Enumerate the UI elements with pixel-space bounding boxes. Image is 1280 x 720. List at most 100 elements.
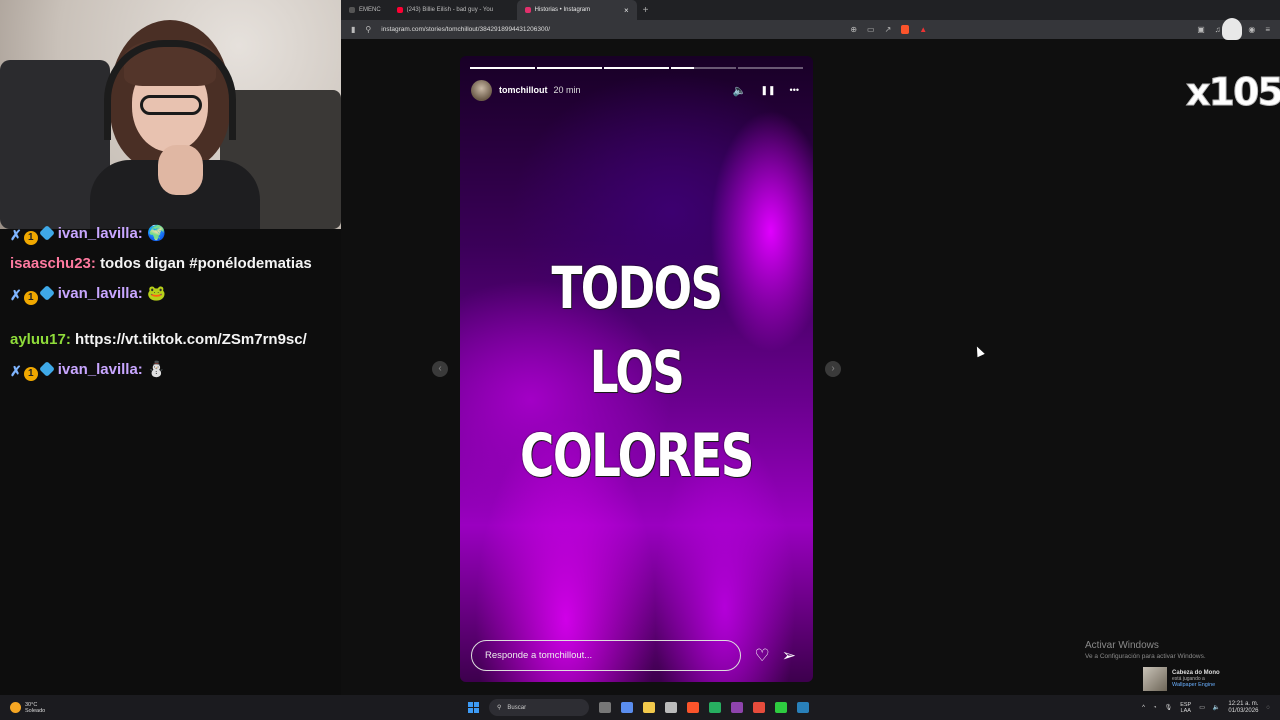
windows-activation-watermark: Activar Windows Ve a Configuración para … xyxy=(1085,640,1206,660)
story-header: tomchillout 20 min 🔈 ❚❚ ••• xyxy=(471,79,799,101)
cube-badge-icon xyxy=(38,361,55,377)
sun-icon xyxy=(10,702,21,713)
network-icon[interactable]: ◔ xyxy=(1153,705,1157,711)
weather-widget[interactable]: 30°C Soleado xyxy=(10,702,45,714)
brave-shield-icon[interactable] xyxy=(901,25,910,34)
app-icon-blue[interactable] xyxy=(797,702,809,713)
site-info-icon[interactable]: ⚲ xyxy=(365,25,371,34)
heart-icon[interactable]: ♡ xyxy=(755,646,770,666)
task-view-icon[interactable] xyxy=(599,702,611,713)
coin-badge-icon: 1 xyxy=(23,231,38,245)
bookmark-icon[interactable]: ▮ xyxy=(351,25,355,34)
chat-colon: : xyxy=(137,225,147,242)
activity-notification[interactable]: Cabeza do Mono está jugando a Wallpaper … xyxy=(1143,665,1233,693)
chat-colon: : xyxy=(65,331,76,348)
file-explorer-icon[interactable] xyxy=(643,702,655,713)
prev-story-button[interactable]: ‹ xyxy=(432,361,448,377)
app-icon-red[interactable] xyxy=(753,702,765,713)
chat-text: todos digan #ponélodematias xyxy=(100,255,312,272)
language-indicator[interactable]: ESP LAA xyxy=(1180,702,1191,714)
story-viewer[interactable]: tomchillout 20 min 🔈 ❚❚ ••• TODOS LOS CO… xyxy=(460,56,813,682)
chat-badges: ✗ 1 xyxy=(10,222,56,245)
tab-0-favicon xyxy=(349,7,355,13)
system-tray: ^ ◔ 🎙 ESP LAA ▭ 🔈 12:21 a. m. 01/03/2026… xyxy=(1142,701,1270,715)
app-icon-purple[interactable] xyxy=(731,702,743,713)
clock[interactable]: 12:21 a. m. 01/03/2026 xyxy=(1228,701,1258,715)
story-username[interactable]: tomchillout xyxy=(499,85,548,95)
share-icon[interactable]: ↗ xyxy=(885,25,892,34)
story-text-line-3: COLORES xyxy=(520,421,754,491)
chat-message: ✗ 1 ivan_lavilla: 🐸 xyxy=(10,282,331,305)
taskbar: 30°C Soleado ⚲ Buscar ^ ◔ 🎙 ESP LAA ▭ 🔈 … xyxy=(0,695,1280,720)
notification-bell-icon[interactable]: ◌ xyxy=(1266,705,1270,711)
brave-icon[interactable] xyxy=(687,702,699,713)
more-options-icon[interactable]: ••• xyxy=(790,85,799,95)
notification-thumbnail xyxy=(1143,667,1167,691)
copilot-icon[interactable] xyxy=(621,702,633,713)
close-icon[interactable]: × xyxy=(624,6,629,15)
notification-line-3: Wallpaper Engine xyxy=(1172,682,1216,688)
tab-2-label: Historias • Instagram xyxy=(534,7,591,13)
progress-segment xyxy=(537,67,602,69)
ghost-overlay-icon xyxy=(1222,18,1242,40)
menu-icon[interactable]: ≡ xyxy=(1265,25,1270,34)
cast-icon[interactable]: ▭ xyxy=(867,25,875,34)
story-progress xyxy=(470,67,803,69)
display-icon[interactable]: ▭ xyxy=(1199,704,1205,711)
glasses xyxy=(140,95,202,115)
cube-badge-icon xyxy=(38,285,55,301)
notification-text: Cabeza do Mono está jugando a Wallpaper … xyxy=(1172,670,1220,688)
store-icon[interactable] xyxy=(665,702,677,713)
chat-username[interactable]: ivan_lavilla xyxy=(58,361,138,378)
story-time: 20 min xyxy=(553,85,581,95)
address-bar: ▮ ⚲ instagram.com/stories/tomchillout/38… xyxy=(341,20,1280,39)
coin-badge-icon: 1 xyxy=(23,291,38,305)
tab-0-label: EMENC xyxy=(359,7,381,13)
headphones xyxy=(104,40,236,140)
zoom-icon[interactable]: ⊕ xyxy=(850,25,857,34)
activation-title: Activar Windows xyxy=(1085,640,1159,651)
youtube-icon xyxy=(396,7,403,13)
chat-colon: : xyxy=(90,255,101,272)
windows-start-icon[interactable] xyxy=(468,702,479,713)
sidebar-icon[interactable]: ▣ xyxy=(1197,25,1205,34)
story-text-line-2: LOS xyxy=(589,338,685,406)
chat-username[interactable]: isaaschu23 xyxy=(10,255,91,272)
taskbar-search[interactable]: ⚲ Buscar xyxy=(489,699,589,716)
chat-username[interactable]: ayluu17 xyxy=(10,331,66,348)
avatar[interactable] xyxy=(471,79,492,101)
send-icon[interactable]: ➢ xyxy=(782,646,796,666)
url-field[interactable]: instagram.com/stories/tomchillout/384291… xyxy=(381,26,840,33)
chat-username[interactable]: ivan_lavilla xyxy=(58,225,138,242)
tab-1-label: (243) Billie Eilish - bad guy - You xyxy=(406,7,494,13)
media-icon[interactable]: ♫ xyxy=(1215,25,1221,34)
rewards-icon[interactable]: ▲ xyxy=(919,25,927,34)
chat-badges: ✗ 1 xyxy=(10,358,56,381)
chat-username[interactable]: ivan_lavilla xyxy=(58,285,138,302)
chat-message: ayluu17: https://vt.tiktok.com/ZSm7rn9sc… xyxy=(10,328,331,351)
vpn-icon[interactable]: ◉ xyxy=(1248,25,1255,34)
tab-1[interactable]: (243) Billie Eilish - bad guy - You xyxy=(389,0,517,20)
tab-2[interactable]: Historias • Instagram × xyxy=(516,0,637,20)
next-story-button[interactable]: › xyxy=(825,361,841,377)
instagram-icon xyxy=(524,7,531,13)
volume-tray-icon[interactable]: 🔈 xyxy=(1213,704,1220,711)
tab-0[interactable]: EMENC xyxy=(341,0,389,20)
new-tab-button[interactable]: + xyxy=(643,5,649,16)
pause-icon[interactable]: ❚❚ xyxy=(760,85,775,96)
tray-chevron-icon[interactable]: ^ xyxy=(1142,705,1145,711)
screen: ✗ 1 ivan_lavilla: 🌍 isaaschu23: todos digan… xyxy=(0,0,1280,720)
progress-segment xyxy=(470,67,535,69)
progress-fill xyxy=(671,67,694,69)
weather-condition: Soleado xyxy=(25,707,46,714)
chat-message: ✗ 1 ivan_lavilla: ⛄ xyxy=(10,358,331,381)
mic-icon[interactable]: 🎙 xyxy=(1165,704,1173,711)
progress-segment xyxy=(671,67,736,69)
app-icon-lime[interactable] xyxy=(775,702,787,713)
volume-icon[interactable]: 🔈 xyxy=(733,84,747,97)
reply-input[interactable]: Responde a tomchillout... xyxy=(471,640,741,671)
chat-text: 🐸 xyxy=(146,285,166,302)
app-icon-green[interactable] xyxy=(709,702,721,713)
taskbar-apps: ⚲ Buscar xyxy=(468,699,809,716)
lang-top: ESP xyxy=(1180,701,1192,708)
